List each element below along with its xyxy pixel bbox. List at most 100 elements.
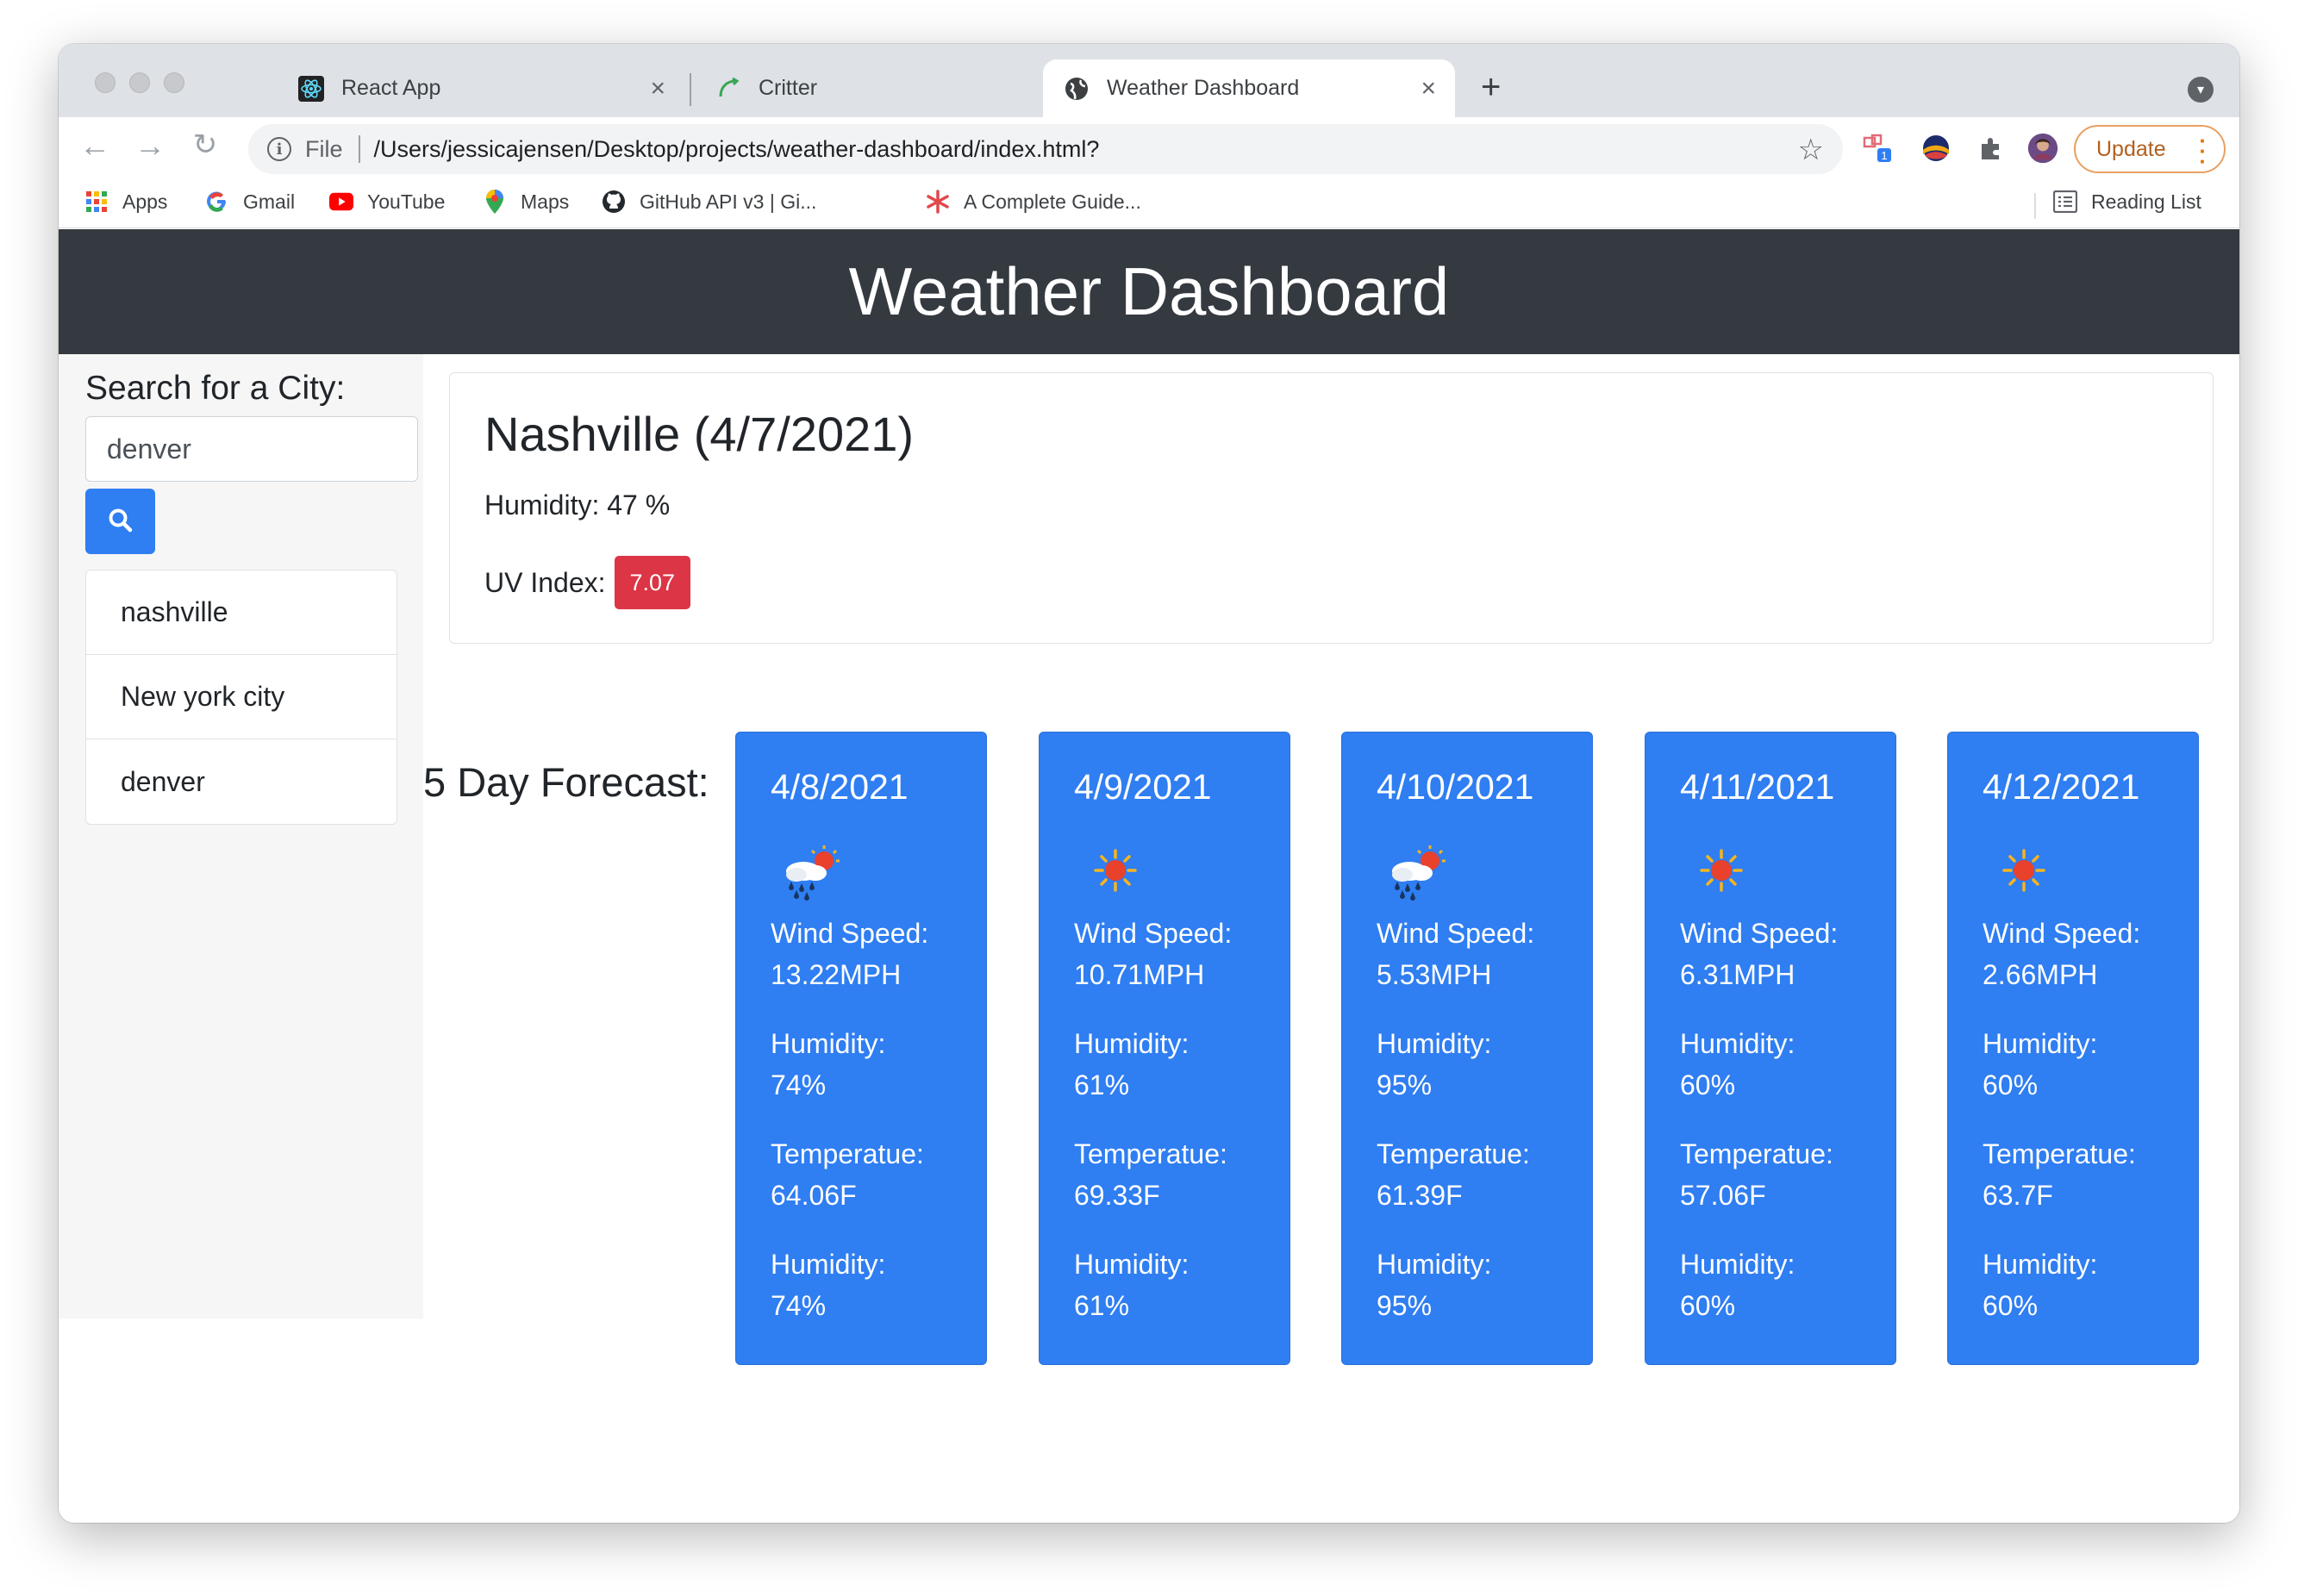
maps-pin-icon	[483, 190, 507, 214]
wind-label: Wind Speed:	[1074, 918, 1233, 949]
bookmark-label: Maps	[521, 190, 570, 213]
browser-toolbar: ← → ↻ i File /Users/jessicajensen/Deskto…	[59, 117, 2239, 181]
address-bar[interactable]: i File /Users/jessicajensen/Desktop/proj…	[248, 124, 1843, 174]
sun-icon	[1081, 840, 1150, 901]
humidity-value: 95%	[1377, 1069, 1433, 1100]
forecast-wind: Wind Speed: 5.53MPH	[1377, 913, 1534, 995]
close-window-button[interactable]	[95, 72, 116, 93]
forecast-temperature: Temperatue: 64.06F	[771, 1133, 924, 1216]
history-item[interactable]: nashville	[86, 570, 397, 655]
forecast-temperature: Temperatue: 57.06F	[1680, 1133, 1833, 1216]
address-scheme: File	[305, 135, 343, 162]
address-separator	[358, 135, 360, 163]
uv-label: UV Index:	[484, 566, 606, 598]
bookmark-gmail[interactable]: Gmail	[205, 190, 295, 214]
reading-list-label: Reading List	[2091, 190, 2201, 213]
city-search-input[interactable]	[85, 416, 418, 482]
temperature-value: 57.06F	[1680, 1180, 1766, 1211]
humidity-label: Humidity:	[1680, 1249, 1795, 1280]
forecast-humidity-repeat: Humidity: 74%	[771, 1244, 885, 1326]
update-button[interactable]: Update · · ·	[2074, 125, 2226, 173]
history-item[interactable]: denver	[86, 739, 397, 824]
tab-strip: React App × Critter × Weather Dashboard …	[59, 44, 2239, 117]
forward-arrow-icon[interactable]: →	[133, 128, 167, 164]
temperature-label: Temperatue:	[1377, 1138, 1530, 1169]
forecast-card: 4/11/2021 Wind Speed: 6.31MPH Humidity: 60…	[1645, 732, 1896, 1365]
extensions-puzzle-icon[interactable]	[1976, 133, 2007, 164]
address-url[interactable]: /Users/jessicajensen/Desktop/projects/we…	[374, 136, 1100, 163]
minimize-window-button[interactable]	[129, 72, 150, 93]
react-icon	[298, 75, 324, 102]
forecast-date: 4/8/2021	[771, 767, 909, 807]
bookmark-label: GitHub API v3 | Gi...	[640, 190, 817, 213]
close-icon[interactable]: ×	[1421, 74, 1436, 103]
bookmark-star-icon[interactable]: ☆	[1798, 133, 1824, 167]
new-tab-plus-icon[interactable]: +	[1481, 68, 1501, 107]
humidity-value: 74%	[771, 1290, 827, 1321]
tab-title: Critter	[759, 76, 818, 100]
site-header: Weather Dashboard	[59, 229, 2239, 354]
rain-sun-icon	[777, 840, 846, 901]
update-label: Update	[2096, 136, 2166, 161]
forecast-date: 4/9/2021	[1074, 767, 1212, 807]
search-sidebar: Search for a City: nashville New york ci…	[59, 354, 423, 1319]
bookmark-youtube[interactable]: YouTube	[329, 190, 445, 214]
forecast-wind: Wind Speed: 2.66MPH	[1983, 913, 2140, 995]
forecast-date: 4/11/2021	[1680, 767, 1835, 807]
bookmark-apps[interactable]: Apps	[84, 190, 167, 214]
humidity-value: 60%	[1680, 1069, 1736, 1100]
forecast-humidity-repeat: Humidity: 95%	[1377, 1244, 1491, 1326]
extension-puzzle-badge-icon[interactable]: 1	[1862, 133, 1893, 164]
tab-react-app[interactable]: React App ×	[236, 59, 684, 117]
back-arrow-icon[interactable]: ←	[78, 128, 112, 164]
forecast-humidity: Humidity: 74%	[771, 1023, 885, 1106]
wind-label: Wind Speed:	[1377, 918, 1535, 949]
bookmarks-separator	[2034, 193, 2036, 219]
wind-value: 10.71MPH	[1074, 959, 1205, 990]
history-item[interactable]: New york city	[86, 655, 397, 739]
sun-icon	[1989, 840, 2058, 901]
tab-title: React App	[341, 76, 441, 100]
search-button[interactable]	[85, 489, 155, 554]
bookmark-github-api[interactable]: GitHub API v3 | Gi...	[602, 190, 816, 214]
search-label: Search for a City:	[85, 370, 346, 407]
bookmark-maps[interactable]: Maps	[483, 190, 569, 214]
bookmark-label: Apps	[122, 190, 168, 213]
tab-title: Weather Dashboard	[1107, 76, 1300, 100]
info-icon[interactable]: i	[267, 137, 291, 161]
humidity-value: 60%	[1983, 1290, 2039, 1321]
forecast-card: 4/10/2021 Wind Speed: 5.53MPH Humidity: 95…	[1341, 732, 1593, 1365]
tab-search-chevron-icon[interactable]: ▾	[2188, 77, 2214, 103]
globe-icon	[1064, 76, 1090, 102]
temperature-value: 63.7F	[1983, 1180, 2053, 1211]
tab-critter[interactable]: Critter ×	[653, 59, 1102, 117]
forecast-date: 4/10/2021	[1377, 767, 1534, 807]
humidity-value: 60%	[1680, 1290, 1736, 1321]
wind-value: 13.22MPH	[771, 959, 902, 990]
forecast-date: 4/12/2021	[1983, 767, 2140, 807]
humidity-label: Humidity:	[1074, 1249, 1190, 1280]
profile-avatar[interactable]	[2027, 133, 2058, 164]
bookmark-complete-guide[interactable]: A Complete Guide...	[926, 190, 1141, 214]
tab-weather-dashboard[interactable]: Weather Dashboard ×	[1043, 59, 1455, 117]
page-title: Weather Dashboard	[848, 253, 1450, 329]
temperature-value: 64.06F	[771, 1180, 857, 1211]
temperature-value: 69.33F	[1074, 1180, 1160, 1211]
humidity-value: 95%	[1377, 1290, 1433, 1321]
reload-icon[interactable]: ↻	[188, 128, 222, 162]
current-humidity: Humidity: 47 %	[484, 489, 671, 521]
humidity-label: Humidity:	[771, 1028, 886, 1059]
wind-label: Wind Speed:	[1680, 918, 1839, 949]
zoom-window-button[interactable]	[164, 72, 184, 93]
bookmarks-bar: Apps Gmail YouTube Maps GitHub API v3 | …	[59, 181, 2239, 228]
extension-circle-icon[interactable]	[1920, 133, 1951, 164]
forecast-wind: Wind Speed: 13.22MPH	[771, 913, 928, 995]
reading-list-button[interactable]: Reading List	[2053, 190, 2201, 214]
forecast-heading: 5 Day Forecast:	[423, 759, 709, 805]
humidity-value: 61%	[1074, 1290, 1130, 1321]
humidity-label: Humidity:	[1983, 1249, 2098, 1280]
humidity-value: 60%	[1983, 1069, 2039, 1100]
temperature-value: 61.39F	[1377, 1180, 1463, 1211]
humidity-label: Humidity:	[1074, 1028, 1190, 1059]
forecast-humidity: Humidity: 60%	[1680, 1023, 1795, 1106]
